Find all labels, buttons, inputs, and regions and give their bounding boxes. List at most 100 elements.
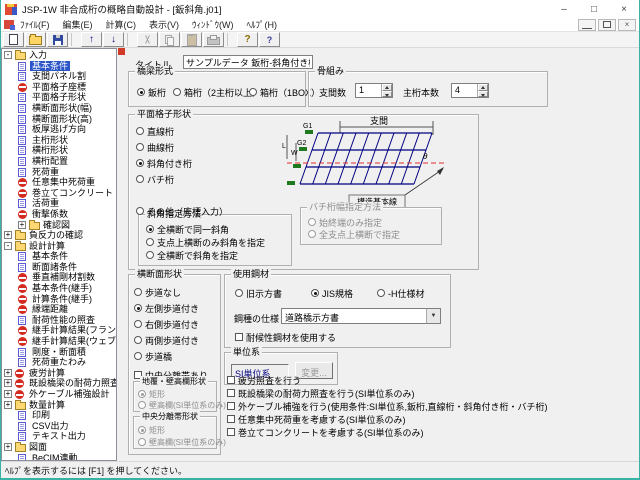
menu-item-5[interactable]: ﾍﾙﾌﾟ(H): [247, 18, 278, 31]
expand-plus-icon[interactable]: +: [4, 390, 12, 398]
move-down-button[interactable]: ↓: [103, 32, 124, 47]
radio-option[interactable]: JIS規格: [311, 288, 353, 298]
expand-plus-icon[interactable]: +: [4, 231, 12, 239]
tree-item[interactable]: 継手計算結果(ウェブ): [2, 336, 116, 347]
chevron-down-icon[interactable]: ▼: [426, 309, 440, 323]
tree-item[interactable]: 横断面形状(幅): [2, 103, 116, 114]
radio-option[interactable]: 全横断で斜角を指定: [146, 250, 238, 260]
radio-option[interactable]: 直線桁: [136, 126, 174, 136]
tree-item[interactable]: 横断面形状(高): [2, 114, 116, 125]
radio-option[interactable]: 旧示方書: [235, 288, 282, 298]
expand-plus-icon[interactable]: +: [18, 221, 26, 229]
tree-item[interactable]: BeCIM連動: [2, 453, 116, 461]
option-checkbox[interactable]: 巻立てコンクリートを考慮する(SI単位系のみ): [227, 427, 424, 437]
expand-plus-icon[interactable]: +: [4, 379, 12, 387]
option-checkbox[interactable]: 外ケーブル補強を行う(使用条件:SI単位系,鈑桁,直線桁・斜角付き桁・バチ桁): [227, 401, 547, 411]
tree-item[interactable]: 縁端距離: [2, 304, 116, 315]
tree-item[interactable]: 死荷重: [2, 167, 116, 178]
minimize-button[interactable]: –: [549, 0, 579, 18]
radio-option[interactable]: 箱桁（2主桁以上）: [173, 87, 261, 97]
help-button[interactable]: ?: [237, 32, 258, 47]
tree-item[interactable]: 基本条件: [2, 61, 116, 72]
tree-item[interactable]: 剛度・断面積: [2, 347, 116, 358]
tree-item[interactable]: +疲労計算: [2, 368, 116, 379]
tree-item[interactable]: 継手計算結果(フランジ): [2, 325, 116, 336]
close-button[interactable]: ×: [609, 0, 639, 18]
tree-item[interactable]: 基本条件(継手): [2, 283, 116, 294]
splitter[interactable]: [117, 48, 127, 461]
collapse-minus-icon[interactable]: -: [4, 242, 12, 250]
tree-item[interactable]: 活荷重: [2, 198, 116, 209]
tree-item[interactable]: 計算条件(継手): [2, 294, 116, 305]
save-button[interactable]: [47, 32, 68, 47]
tree-item[interactable]: 衝撃係数: [2, 209, 116, 220]
tree-panel[interactable]: -入力基本条件支間パネル割平面格子座標平面格子形状横断面形状(幅)横断面形状(高…: [1, 48, 117, 461]
tree-item[interactable]: +図面: [2, 442, 116, 453]
tree-item[interactable]: CSV出力: [2, 421, 116, 432]
radio-option[interactable]: 歩道なし: [134, 287, 181, 297]
radio-option[interactable]: 右側歩道付き: [134, 319, 199, 329]
tree-item[interactable]: 巻立てコンクリート: [2, 188, 116, 199]
expand-plus-icon[interactable]: +: [4, 401, 12, 409]
tree-item[interactable]: 印刷: [2, 410, 116, 421]
menu-item-0[interactable]: ﾌｧｲﾙ(F): [20, 18, 50, 31]
tree-item[interactable]: +数量計算: [2, 400, 116, 411]
radio-option[interactable]: バチ桁: [136, 174, 174, 184]
tree-item[interactable]: 横桁配置: [2, 156, 116, 167]
expand-plus-icon[interactable]: +: [4, 443, 12, 451]
maximize-button[interactable]: □: [579, 0, 609, 18]
tree-item[interactable]: 主桁形状: [2, 135, 116, 146]
girder-count-stepper[interactable]: 4: [451, 83, 489, 98]
tree-item[interactable]: +既設橋梁の耐荷力照査: [2, 378, 116, 389]
menu-item-1[interactable]: 編集(E): [63, 18, 93, 31]
tree-item[interactable]: 断面諸条件: [2, 262, 116, 273]
tree-item[interactable]: 平面格子座標: [2, 82, 116, 93]
menu-item-3[interactable]: 表示(V): [149, 18, 179, 31]
radio-option[interactable]: 斜角付き桁: [136, 158, 192, 168]
mdi-minimize-button[interactable]: [578, 19, 596, 31]
menu-item-4[interactable]: ｳｨﾝﾄﾞｳ(W): [192, 18, 234, 31]
weathering-steel-checkbox[interactable]: 耐候性鋼材を使用する: [235, 332, 336, 342]
spin-down-icon[interactable]: [382, 91, 392, 98]
tree-item[interactable]: 平面格子形状: [2, 92, 116, 103]
tree-item[interactable]: -入力: [2, 50, 116, 61]
tree-item[interactable]: 板厚逃げ方向: [2, 124, 116, 135]
tree-item[interactable]: +確認図: [2, 220, 116, 231]
option-checkbox[interactable]: 任意集中死荷重を考慮する(SI単位系のみ): [227, 414, 406, 424]
tree-item[interactable]: 基本条件: [2, 251, 116, 262]
title-input[interactable]: [183, 55, 313, 69]
radio-option[interactable]: 両側歩道付き: [134, 335, 199, 345]
option-checkbox[interactable]: 疲労照査を行う: [227, 375, 301, 385]
context-help-button[interactable]: ?: [259, 32, 280, 47]
radio-option[interactable]: 歩道橋: [134, 351, 172, 361]
tree-item[interactable]: 支間パネル割: [2, 71, 116, 82]
radio-option[interactable]: 全横断で同一斜角: [146, 224, 229, 234]
option-checkbox[interactable]: 既設橋梁の耐荷力照査を行う(SI単位系のみ): [227, 388, 415, 398]
radio-option[interactable]: その他（座標入力）: [136, 206, 228, 216]
tree-item[interactable]: 垂直補剛材割数: [2, 272, 116, 283]
spin-down-icon[interactable]: [478, 91, 488, 98]
radio-option[interactable]: 支点上横断のみ斜角を指定: [146, 237, 265, 247]
tree-item[interactable]: +外ケーブル補強設計: [2, 389, 116, 400]
tree-item[interactable]: 死荷重たわみ: [2, 357, 116, 368]
title-bar[interactable]: JSP-1W 非合成桁の概略自動設計 - [鈑斜角.j01] – □ ×: [1, 0, 639, 18]
tree-item[interactable]: -設計計算: [2, 241, 116, 252]
expand-plus-icon[interactable]: +: [4, 369, 12, 377]
steel-grade-dropdown[interactable]: 道路橋示方書 ▼: [281, 308, 441, 324]
radio-option[interactable]: 左側歩道付き: [134, 303, 199, 313]
mdi-close-button[interactable]: ×: [618, 19, 636, 31]
new-button[interactable]: [3, 32, 24, 47]
tree-item[interactable]: 横桁形状: [2, 145, 116, 156]
radio-option[interactable]: 鈑桁: [137, 87, 166, 97]
mdi-restore-button[interactable]: [598, 19, 616, 31]
collapse-minus-icon[interactable]: -: [4, 51, 12, 59]
tree-item[interactable]: +負反力の確認: [2, 230, 116, 241]
tree-item[interactable]: 耐荷性能の照査: [2, 315, 116, 326]
tree-item[interactable]: 任意集中死荷重: [2, 177, 116, 188]
span-count-stepper[interactable]: 1: [355, 83, 393, 98]
radio-option[interactable]: 曲線桁: [136, 142, 174, 152]
radio-option[interactable]: -H仕様材: [377, 288, 425, 298]
move-up-button[interactable]: ↑: [81, 32, 102, 47]
menu-item-2[interactable]: 計算(C): [106, 18, 137, 31]
tree-item[interactable]: テキスト出力: [2, 431, 116, 442]
